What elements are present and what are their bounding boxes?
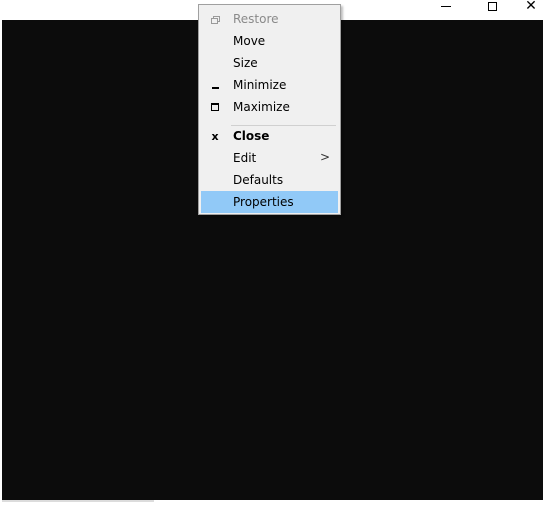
chevron-right-icon: > [319, 150, 330, 164]
menu-item-label: Defaults [233, 173, 284, 187]
menu-item-minimize[interactable]: Minimize [201, 74, 338, 96]
menu-item-label: Size [233, 56, 258, 70]
menu-item-restore[interactable]: Restore [201, 8, 338, 30]
horizontal-scrollbar[interactable] [2, 500, 154, 502]
menu-item-label: Properties [233, 195, 294, 209]
maximize-icon [211, 103, 219, 111]
menu-item-label: Move [233, 34, 266, 48]
menu-item-properties[interactable]: Properties [201, 191, 338, 213]
menu-item-maximize[interactable]: Maximize [201, 96, 338, 118]
minimize-icon [211, 87, 219, 89]
menu-item-label: Close [233, 129, 270, 143]
restore-icon [211, 15, 220, 24]
system-menu: Restore Move Size Minimize Maximize x Cl… [198, 4, 341, 215]
close-button[interactable]: ✕ [514, 0, 548, 14]
menu-item-move[interactable]: Move [201, 30, 338, 52]
menu-item-label: Maximize [233, 100, 290, 114]
menu-item-label: Restore [233, 12, 279, 26]
maximize-button[interactable] [469, 0, 515, 12]
minimize-button[interactable] [423, 0, 469, 12]
maximize-icon [487, 1, 497, 11]
menu-item-label: Edit [233, 151, 257, 165]
menu-item-close[interactable]: x Close [201, 125, 338, 147]
menu-item-label: Minimize [233, 78, 287, 92]
minimize-icon [441, 5, 451, 7]
close-icon: ✕ [525, 0, 537, 14]
close-icon: x [211, 129, 219, 143]
menu-item-edit[interactable]: Edit > [201, 147, 338, 169]
menu-item-size[interactable]: Size [201, 52, 338, 74]
menu-item-defaults[interactable]: Defaults [201, 169, 338, 191]
